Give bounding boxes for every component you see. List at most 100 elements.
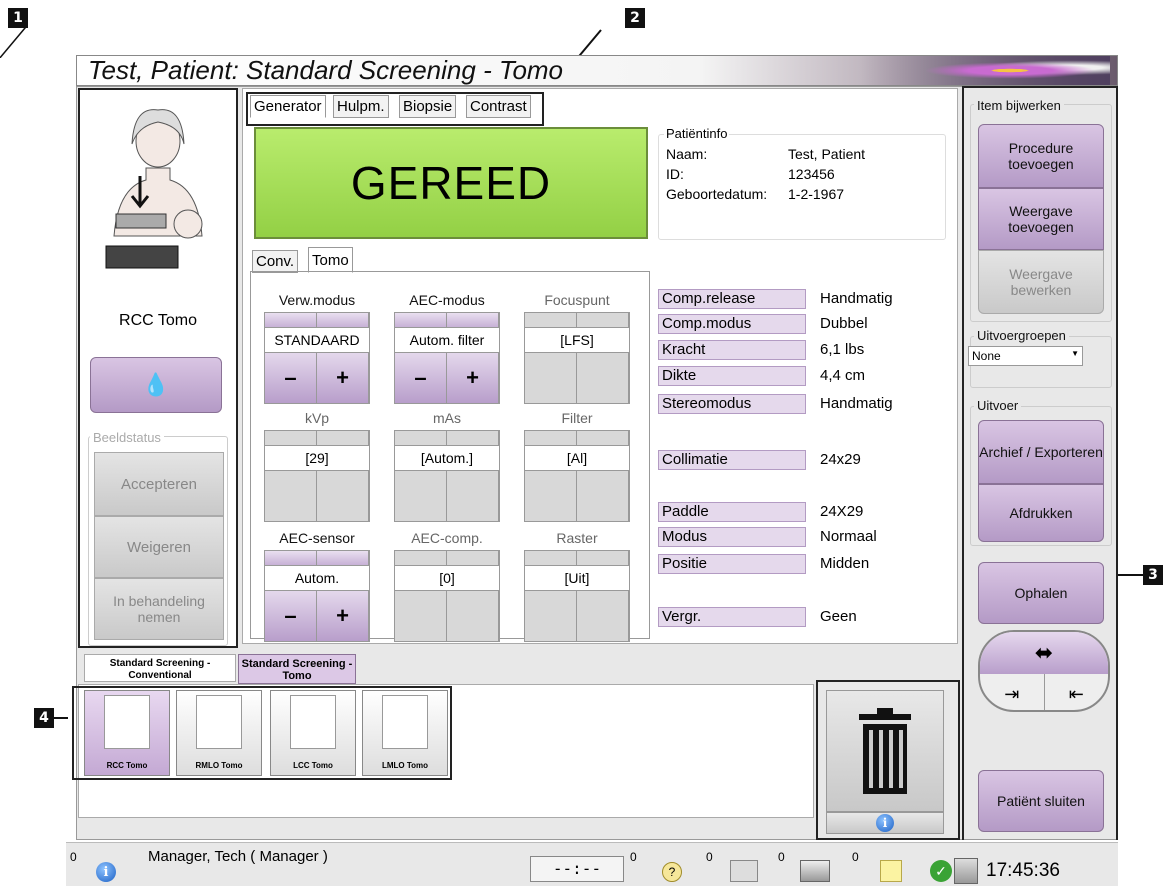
paddle-center-button[interactable]: ⬌ [980,632,1108,674]
aec-sensor-value: Autom. [265,565,369,591]
kvp-value: [29] [265,445,369,471]
network-icon[interactable] [954,858,978,884]
thumbnail-label: LMLO Tomo [381,761,429,770]
pending-button[interactable]: In behandeling nemen [94,578,224,640]
aec-mode-label: AEC-modus [409,292,485,308]
flame-icon: 💧 [142,372,170,397]
kvp-control[interactable]: [29] [264,430,370,522]
mas-control[interactable]: [Autom.] [394,430,500,522]
raster-control[interactable]: [Uit] [524,550,630,642]
flower-decoration [860,56,1110,85]
status-count: 0 [778,850,785,864]
mas-label: mAs [433,410,461,426]
subtab-conv[interactable]: Conv. [252,250,299,273]
aec-sensor-label: AEC-sensor [279,530,355,546]
edit-view-button[interactable]: Weergave bewerken [978,250,1104,314]
image-status-title: Beeldstatus [90,430,164,445]
info-button[interactable]: i [826,812,944,834]
aec-mode-minus-button[interactable]: – [395,353,447,403]
aec-mode-value: Autom. filter [395,327,499,353]
paddle-left-icon: ⇥ [1004,683,1020,704]
procedure-tab-conventional-label: Standard Screening - Conventional [109,658,211,681]
callout-4: 4 [34,708,54,728]
delete-button[interactable] [826,690,944,812]
prop-stereomodus-value: Handmatig [820,395,893,412]
status-text: GEREED [350,157,552,209]
info-icon[interactable]: i [96,862,116,882]
thumbnail-rcc[interactable]: RCC Tomo [84,690,170,776]
callout-3: 3 [1143,565,1163,585]
thumbnail-rmlo[interactable]: RMLO Tomo [176,690,262,776]
verw-value: STANDAARD [265,327,369,353]
callout-line [1118,574,1144,576]
status-display: GEREED [254,127,648,239]
timer-display: --:-- [530,856,624,882]
procedure-tab-conventional[interactable]: Standard Screening - Conventional [84,654,236,682]
thumbnail-label: RMLO Tomo [195,761,243,770]
retrieve-button[interactable]: Ophalen [978,562,1104,624]
aec-sensor-plus-button[interactable]: + [317,591,369,641]
patient-position-icon [105,109,203,269]
media-icon[interactable] [730,860,758,882]
patient-id-label: ID: [666,166,684,182]
prop-dikte: Dikte [658,366,806,386]
thumbnail-lcc[interactable]: LCC Tomo [270,690,356,776]
verw-minus-button[interactable]: – [265,353,317,403]
thumbnail-lmlo[interactable]: LMLO Tomo [362,690,448,776]
tab-contrast[interactable]: Contrast [466,95,531,118]
subtab-tomo[interactable]: Tomo [308,247,353,273]
archive-export-button[interactable]: Archief / Exporteren [978,420,1104,484]
filter-control[interactable]: [Al] [524,430,630,522]
output-groups-select[interactable]: None ▼ [968,346,1083,366]
system-ok-icon[interactable]: ✓ [930,860,952,882]
help-icon[interactable]: ? [662,862,682,882]
close-patient-button[interactable]: Patiënt sluiten [978,770,1104,832]
patient-id: 123456 [788,166,835,182]
verw-control[interactable]: STANDAARD – + [264,312,370,404]
thumbnail-label: LCC Tomo [293,761,333,770]
add-view-button[interactable]: Weergave toevoegen [978,188,1104,250]
focus-value: [LFS] [525,327,629,353]
prop-modus: Modus [658,527,806,547]
prop-collimatie: Collimatie [658,450,806,470]
notes-icon[interactable] [880,860,902,882]
expose-button[interactable]: 💧 [90,357,222,413]
aec-sensor-control[interactable]: Autom. – + [264,550,370,642]
print-button[interactable]: Afdrukken [978,484,1104,542]
callout-1: 1 [8,8,28,28]
mas-value: [Autom.] [395,445,499,471]
chevron-down-icon: ▼ [1071,349,1079,358]
aec-comp-value: [0] [395,565,499,591]
thumbnail-label: RCC Tomo [106,761,148,770]
prop-comp-release-value: Handmatig [820,290,893,307]
window-title: Test, Patient: Standard Screening - Tomo [88,55,564,85]
callout-line [54,717,68,719]
add-procedure-button[interactable]: Procedure toevoegen [978,124,1104,188]
prop-vergr: Vergr. [658,607,806,627]
callout-2: 2 [625,8,645,28]
tab-hulpm[interactable]: Hulpm. [333,95,389,118]
reject-button[interactable]: Weigeren [94,516,224,578]
breast-view-icon [196,695,242,749]
prop-modus-value: Normaal [820,528,877,545]
printer-icon[interactable] [800,860,830,882]
tab-biopsie[interactable]: Biopsie [399,95,457,118]
aec-mode-control[interactable]: Autom. filter – + [394,312,500,404]
prop-kracht-value: 6,1 lbs [820,341,865,358]
procedure-tab-tomo[interactable]: Standard Screening - Tomo [238,654,356,684]
paddle-shift-control[interactable]: ⬌ ⇥ ⇤ [978,630,1110,712]
aec-comp-label: AEC-comp. [411,530,483,546]
prop-vergr-value: Geen [820,608,857,625]
prop-comp-modus-value: Dubbel [820,315,868,332]
output-groups-value: None [972,349,1001,363]
verw-label: Verw.modus [278,292,356,308]
accept-button[interactable]: Accepteren [94,452,224,516]
tab-generator[interactable]: Generator [250,95,326,118]
aec-comp-control[interactable]: [0] [394,550,500,642]
verw-plus-button[interactable]: + [317,353,369,403]
output-title: Uitvoer [974,398,1022,413]
patient-name: Test, Patient [788,146,866,162]
focus-control[interactable]: [LFS] [524,312,630,404]
aec-mode-plus-button[interactable]: + [447,353,499,403]
aec-sensor-minus-button[interactable]: – [265,591,317,641]
